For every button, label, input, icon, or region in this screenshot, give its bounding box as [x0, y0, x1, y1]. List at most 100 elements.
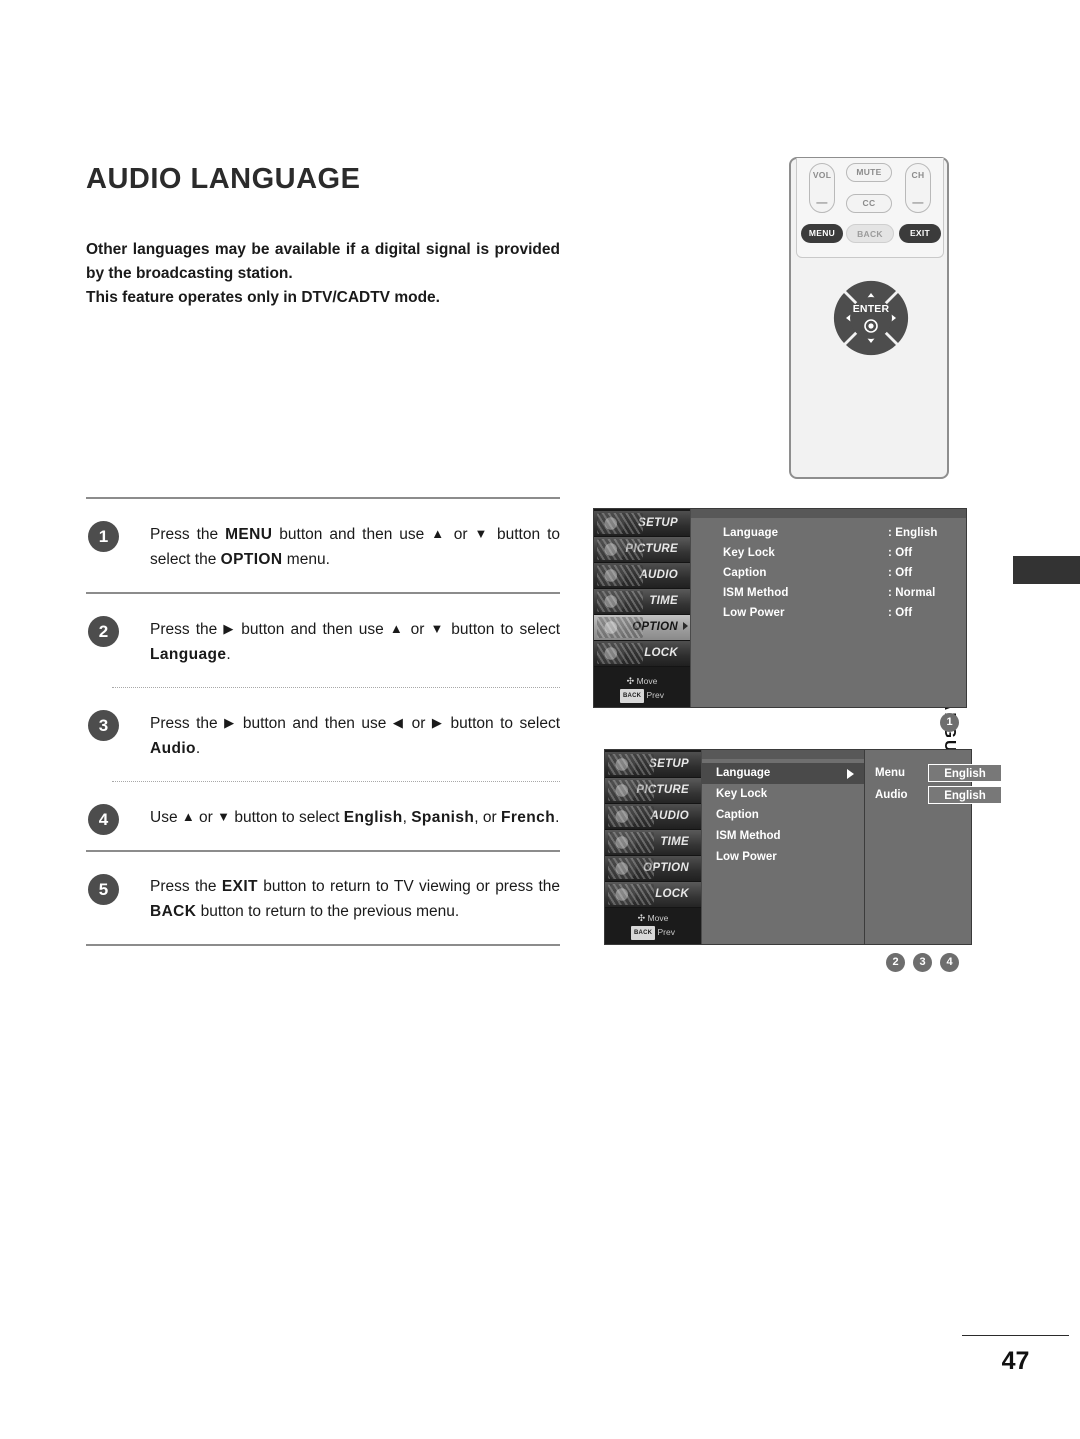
- osd2-footer-move-label: Move: [647, 913, 669, 923]
- dpad-move-icon: ✣: [637, 913, 646, 923]
- dpad-move-icon: ✣: [626, 676, 635, 686]
- osd2-label-time: TIME: [660, 836, 689, 848]
- osd1-footer-prev: BACK Prev: [620, 688, 664, 703]
- page-title: AUDIO LANGUAGE: [86, 163, 361, 195]
- picture-thumb-icon: [608, 780, 654, 801]
- osd1-row-language-value: : English: [888, 527, 938, 539]
- osd1-row-key-lock[interactable]: Key Lock : Off: [723, 543, 966, 563]
- osd2-row-key-lock-label: Key Lock: [716, 788, 768, 800]
- time-thumb-icon: [597, 591, 643, 612]
- osd1-row-language-label: Language: [723, 527, 779, 539]
- osd2-label-audio: AUDIO: [650, 810, 689, 822]
- osd1-sidebar-footer: ✣ Move BACK Prev: [594, 674, 690, 703]
- osd2-panel-audio-label: Audio: [875, 789, 908, 801]
- osd2-rows: Language Key Lock Caption ISM Method Low…: [702, 750, 864, 868]
- osd2-row-caption[interactable]: Caption: [702, 805, 864, 826]
- osd2-panel-row-audio[interactable]: Audio English: [875, 785, 1002, 806]
- osd1-row-language[interactable]: Language : English: [723, 523, 966, 543]
- intro-line-2: This feature operates only in DTV/CADTV …: [86, 289, 440, 306]
- side-tab-block: [1013, 556, 1080, 584]
- osd2-row-ism-method-label: ISM Method: [716, 830, 781, 842]
- remote-menu-button[interactable]: MENU: [801, 224, 843, 243]
- osd1-footer-move-label: Move: [636, 676, 658, 686]
- step-4-text: Use ▲ or ▼ button to select English, Spa…: [150, 809, 560, 826]
- osd1-footer-move: ✣ Move: [627, 674, 658, 688]
- osd-badge-3: 3: [913, 953, 932, 972]
- osd2-panel-audio-value[interactable]: English: [928, 786, 1002, 804]
- remote-ch-label: CH: [911, 170, 925, 180]
- osd-badge-1: 1: [940, 713, 959, 732]
- step-2-badge: 2: [88, 616, 119, 647]
- osd2-row-ism-method[interactable]: ISM Method: [702, 826, 864, 847]
- osd2-sidebar-item-option[interactable]: OPTION: [605, 856, 701, 882]
- osd2-language-panel: Menu English Audio English: [865, 750, 1002, 944]
- remote-exit-button[interactable]: EXIT: [899, 224, 941, 243]
- step-3: 3 Press the ▶ button and then use ◀ or ▶…: [86, 688, 560, 781]
- remote-ch-button[interactable]: CH —: [905, 163, 931, 213]
- divider-bottom: [86, 944, 560, 946]
- osd1-sidebar-items: SETUP PICTURE AUDIO TIME OPTION LOCK: [594, 509, 690, 667]
- osd1-sidebar-item-setup[interactable]: SETUP: [594, 511, 690, 537]
- osd2-row-key-lock[interactable]: Key Lock: [702, 784, 864, 805]
- setup-thumb-icon: [608, 754, 654, 775]
- page-number: 47: [1001, 1347, 1030, 1375]
- step-2-text: Press the ▶ button and then use ▲ or ▼ b…: [150, 621, 560, 663]
- remote-cc-button[interactable]: CC: [846, 194, 892, 213]
- osd2-row-low-power-label: Low Power: [716, 851, 777, 863]
- osd1-row-ism-method[interactable]: ISM Method : Normal: [723, 583, 966, 603]
- osd2-label-setup: SETUP: [649, 758, 689, 770]
- enter-dot-icon: [868, 323, 874, 329]
- step-5-text: Press the EXIT button to return to TV vi…: [150, 878, 560, 920]
- osd-badge-4: 4: [940, 953, 959, 972]
- osd2-footer-back-key: BACK: [631, 926, 656, 940]
- audio-thumb-icon: [608, 806, 654, 827]
- remote-ch-minus: —: [912, 197, 924, 209]
- step-1: 1 Press the MENU button and then use ▲ o…: [86, 499, 560, 592]
- osd1-row-low-power[interactable]: Low Power : Off: [723, 603, 966, 623]
- osd2-row-caption-label: Caption: [716, 809, 759, 821]
- step-3-text: Press the ▶ button and then use ◀ or ▶ b…: [150, 715, 561, 757]
- osd2-sidebar-item-lock[interactable]: LOCK: [605, 882, 701, 908]
- remote-vol-button[interactable]: VOL —: [809, 163, 835, 213]
- osd1-sidebar-item-lock[interactable]: LOCK: [594, 641, 690, 667]
- osd2-row-language[interactable]: Language: [702, 763, 864, 784]
- osd2-sidebar-item-audio[interactable]: AUDIO: [605, 804, 701, 830]
- osd2-row-low-power[interactable]: Low Power: [702, 847, 864, 868]
- osd2-sidebar-item-picture[interactable]: PICTURE: [605, 778, 701, 804]
- step-2: 2 Press the ▶ button and then use ▲ or ▼…: [86, 594, 560, 687]
- remote-back-button[interactable]: BACK: [846, 224, 894, 243]
- osd1-footer-prev-label: Prev: [646, 690, 664, 700]
- osd2-panel-menu-value[interactable]: English: [928, 764, 1002, 782]
- osd1-sidebar-item-audio[interactable]: AUDIO: [594, 563, 690, 589]
- step-3-badge: 3: [88, 710, 119, 741]
- osd1-rows: Language : English Key Lock : Off Captio…: [691, 509, 966, 623]
- intro-paragraph: Other languages may be available if a di…: [86, 238, 560, 310]
- osd2-row-language-label: Language: [716, 767, 771, 779]
- osd1-row-key-lock-label: Key Lock: [723, 547, 775, 559]
- osd1-row-caption-label: Caption: [723, 567, 767, 579]
- osd-screenshot-step1: SETUP PICTURE AUDIO TIME OPTION LOCK ✣ M…: [593, 508, 967, 708]
- osd2-sidebar-item-setup[interactable]: SETUP: [605, 752, 701, 778]
- step-5: 5 Press the EXIT button to return to TV …: [86, 852, 560, 944]
- lock-thumb-icon: [597, 643, 643, 664]
- remote-dpad[interactable]: ENTER: [820, 267, 922, 369]
- osd-screenshot-step2: SETUP PICTURE AUDIO TIME OPTION LOCK ✣ M…: [604, 749, 1002, 945]
- step-1-badge: 1: [88, 521, 119, 552]
- osd1-footer-back-key: BACK: [620, 689, 645, 703]
- osd1-sidebar-item-option[interactable]: OPTION: [594, 615, 690, 641]
- osd1-label-time: TIME: [649, 595, 678, 607]
- osd2-sidebar-item-time[interactable]: TIME: [605, 830, 701, 856]
- osd1-row-caption[interactable]: Caption : Off: [723, 563, 966, 583]
- osd2-panel-menu-label: Menu: [875, 767, 906, 779]
- osd1-sidebar-item-time[interactable]: TIME: [594, 589, 690, 615]
- osd2-footer-prev: BACK Prev: [631, 925, 675, 940]
- step-4: 4 Use ▲ or ▼ button to select English, S…: [86, 782, 560, 850]
- osd2-panel-row-menu[interactable]: Menu English: [875, 763, 1002, 784]
- osd1-row-low-power-label: Low Power: [723, 607, 785, 619]
- osd1-label-lock: LOCK: [644, 647, 678, 659]
- remote-mute-button[interactable]: MUTE: [846, 163, 892, 182]
- osd1-row-caption-value: : Off: [888, 567, 913, 579]
- osd1-row-ism-method-value: : Normal: [888, 587, 936, 599]
- chevron-right-icon: [683, 622, 688, 630]
- osd1-sidebar-item-picture[interactable]: PICTURE: [594, 537, 690, 563]
